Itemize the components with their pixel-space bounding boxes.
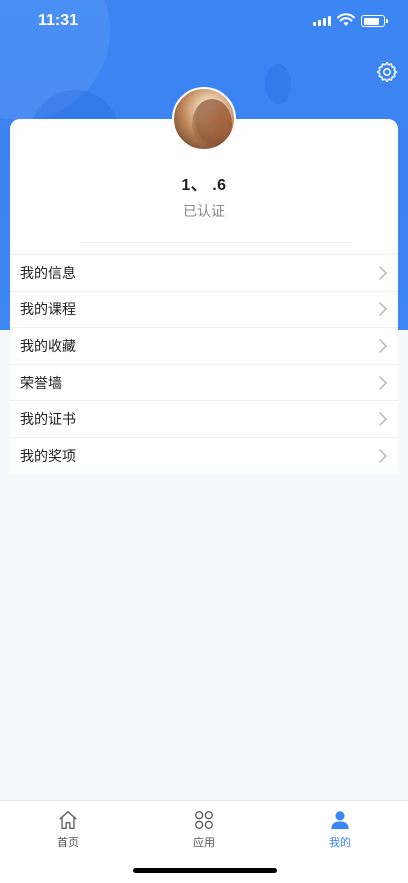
avatar-photo <box>192 99 232 149</box>
chevron-right-icon <box>379 448 387 463</box>
menu-item-my-courses[interactable]: 我的课程 <box>10 290 398 328</box>
chevron-right-icon <box>379 265 387 280</box>
avatar[interactable] <box>172 87 236 151</box>
menu-item-label: 我的信息 <box>20 265 76 282</box>
decorative-circle <box>265 64 291 104</box>
status-bar: 11:31 <box>0 0 408 44</box>
settings-gear-icon[interactable] <box>375 60 399 84</box>
menu-item-label: 我的收藏 <box>20 338 76 355</box>
tab-label: 应用 <box>193 836 215 849</box>
home-icon <box>59 811 77 829</box>
menu-item-my-info[interactable]: 我的信息 <box>10 254 398 291</box>
tab-mine[interactable]: 我的 <box>310 809 370 850</box>
menu-item-label: 荣誉墙 <box>20 375 62 392</box>
chevron-right-icon <box>379 338 387 353</box>
profile-menu: 我的信息 我的课程 我的收藏 荣誉墙 我的证书 我的奖项 <box>10 254 398 474</box>
username: 1、 .6 <box>181 177 227 194</box>
wifi-icon <box>337 12 355 31</box>
home-indicator <box>133 868 277 873</box>
chevron-right-icon <box>379 375 387 390</box>
menu-item-label: 我的证书 <box>20 412 76 429</box>
tab-home[interactable]: 首页 <box>38 809 98 850</box>
tab-apps[interactable]: 应用 <box>174 809 234 850</box>
battery-icon <box>361 15 388 27</box>
tab-label: 我的 <box>329 836 351 849</box>
menu-item-label: 我的奖项 <box>20 448 76 465</box>
menu-item-my-certificates[interactable]: 我的证书 <box>10 400 398 437</box>
chevron-right-icon <box>379 412 387 427</box>
divider <box>80 242 352 243</box>
apps-icon <box>195 811 213 829</box>
chevron-right-icon <box>379 302 387 317</box>
status-time: 11:31 <box>38 12 79 29</box>
signal-icon <box>313 16 331 26</box>
user-icon <box>331 811 349 830</box>
menu-item-my-awards[interactable]: 我的奖项 <box>10 436 398 474</box>
verified-status: 已认证 <box>183 204 225 220</box>
menu-item-label: 我的课程 <box>20 302 76 319</box>
menu-item-honor-wall[interactable]: 荣誉墙 <box>10 363 398 401</box>
menu-item-my-favorites[interactable]: 我的收藏 <box>10 327 398 364</box>
tab-label: 首页 <box>57 836 79 849</box>
